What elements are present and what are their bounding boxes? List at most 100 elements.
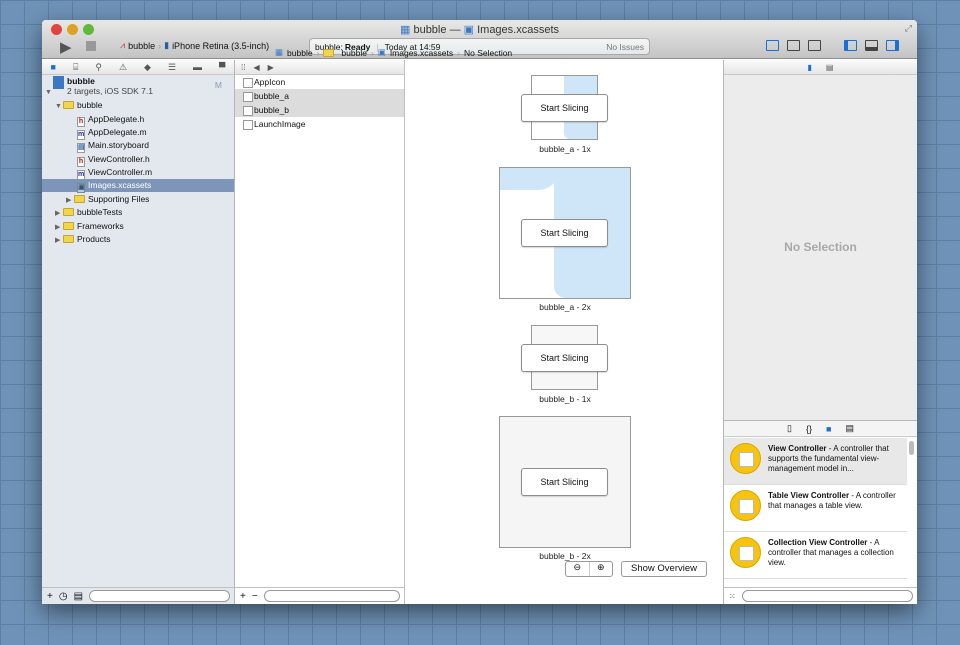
project-subtitle: 2 targets, iOS SDK 7.1 [67, 86, 153, 96]
tree-item-viewcontroller-m[interactable]: m ViewController.m [77, 166, 153, 180]
add-icon[interactable]: + [240, 591, 246, 602]
folder-icon[interactable]: ■ [51, 62, 56, 72]
image-set-appicon[interactable]: AppIcon [235, 75, 404, 89]
tree-item-frameworks[interactable]: ▶ Frameworks [55, 220, 124, 233]
tree-item-images-xcassets[interactable]: ▣ Images.xcassets [42, 179, 234, 193]
forward-icon[interactable]: ▶ [268, 63, 274, 72]
file-inspector-icon[interactable]: ▮ [808, 63, 812, 72]
asset-catalog-icon: ▣ [377, 47, 386, 57]
jump-bar: ▦ bubble › bubble › ▣ Images.xcassets › No Se… [275, 47, 513, 58]
debug-icon[interactable]: ☰ [168, 62, 176, 73]
scheme-label: bubble [128, 40, 156, 51]
tree-item-supporting-files[interactable]: ▶ Supporting Files [66, 193, 149, 206]
quick-help-icon[interactable]: ▤ [826, 63, 834, 72]
item-label: Main.storyboard [88, 140, 149, 150]
start-slicing-button[interactable]: Start Slicing [521, 468, 608, 496]
asset-catalog-icon: ▣ [77, 183, 85, 193]
item-label: ViewController.h [88, 154, 150, 164]
item-label: ViewController.m [88, 167, 153, 177]
sets-filter-bar: + − [235, 587, 404, 604]
jump-bar-selection[interactable]: No Selection [464, 48, 512, 58]
start-slicing-button[interactable]: Start Slicing [521, 94, 608, 122]
debug-toggle-icon[interactable] [865, 40, 878, 51]
jump-bar-left: ⁞⁞ ◀ ▶ [235, 60, 404, 75]
search-icon[interactable]: ⚲ [95, 62, 102, 73]
version-editor-icon[interactable] [808, 40, 821, 51]
tree-item-main-storyboard[interactable]: ▤ Main.storyboard [77, 139, 149, 153]
add-icon[interactable]: + [47, 591, 53, 602]
folder-icon [323, 48, 335, 57]
item-title: Collection View Controller [768, 538, 868, 547]
code-snippet-icon[interactable]: {} [806, 424, 812, 434]
start-slicing-button[interactable]: Start Slicing [521, 219, 608, 247]
jump-bar-project[interactable]: bubble [287, 48, 313, 58]
image-set-bubble-a[interactable]: bubble_a [235, 89, 404, 103]
jump-bar-file[interactable]: Images.xcassets [390, 48, 453, 58]
folder-icon [74, 195, 85, 203]
item-label: Images.xcassets [88, 180, 152, 190]
item-title: Table View Controller [768, 491, 850, 500]
modified-badge: M [214, 80, 222, 90]
zoom-controls: ⊖ ⊕ [565, 561, 613, 577]
image-set-bubble-b[interactable]: bubble_b [235, 103, 404, 117]
scheme-selector[interactable]: ⩘ bubble › ▮ iPhone Retina (3.5-inch) [120, 40, 269, 51]
tree-item-viewcontroller-h[interactable]: h ViewController.h [77, 153, 150, 167]
image-set-launchimage[interactable]: LaunchImage [235, 117, 404, 131]
recent-icon[interactable]: ◷ [59, 591, 68, 602]
inspector-tabs: ▮ ▤ [724, 60, 917, 75]
navigator-toggle-icon[interactable] [844, 40, 857, 51]
title-sep: — [449, 24, 461, 36]
zoom-out-icon[interactable]: ⊖ [566, 562, 590, 576]
start-slicing-button[interactable]: Start Slicing [521, 344, 608, 372]
zoom-in-icon[interactable]: ⊕ [590, 562, 613, 576]
remove-icon[interactable]: − [252, 591, 258, 602]
no-selection-label: No Selection [784, 240, 857, 254]
scheme-icon: ⩘ [120, 40, 126, 50]
scm-icon[interactable]: ▤ [74, 591, 83, 602]
tree-item-appdelegate-m[interactable]: m AppDelegate.m [77, 126, 147, 140]
stop-button[interactable] [86, 41, 96, 51]
tree-item-appdelegate-h[interactable]: h AppDelegate.h [77, 113, 144, 127]
assistant-editor-icon[interactable] [787, 40, 800, 51]
tree-item-bubbletests[interactable]: ▶ bubbleTests [55, 206, 122, 219]
navigator-filter-input[interactable] [89, 590, 230, 602]
symbol-icon[interactable]: ⌸ [73, 62, 78, 73]
media-library-icon[interactable]: ▤ [845, 423, 854, 434]
utilities-toggle-icon[interactable] [886, 40, 899, 51]
library-filter-input[interactable] [741, 590, 913, 602]
library-scrollbar[interactable] [909, 441, 914, 455]
item-label: Supporting Files [88, 194, 150, 204]
navigator-tabs: ■ ⌸ ⚲ ⚠ ◆ ☰ ▬ ▀ [42, 60, 234, 75]
project-name: bubble [67, 76, 95, 86]
log-icon[interactable]: ▀ [219, 62, 225, 72]
slice-label: bubble_a - 1x [539, 144, 591, 154]
folder-icon [63, 235, 74, 243]
item-label: AppDelegate.m [88, 127, 147, 137]
related-items-icon[interactable]: ⁞⁞ [241, 63, 245, 72]
run-button[interactable]: ▶ [60, 38, 72, 56]
view-controller-icon [730, 443, 761, 474]
tree-item-products[interactable]: ▶ Products [55, 233, 111, 246]
back-icon[interactable]: ◀ [253, 63, 259, 72]
library-item-view-controller[interactable]: View Controller - A controller that supp… [724, 438, 907, 485]
library-item-collection-view-controller[interactable]: Collection View Controller - A controlle… [724, 532, 907, 579]
show-overview-button[interactable]: Show Overview [621, 561, 707, 577]
breakpoint-icon[interactable]: ▬ [193, 62, 202, 72]
asset-canvas: ▦ bubble › bubble › ▣ Images.xcassets › No Se… [275, 47, 724, 604]
fullscreen-icon[interactable]: ⤢ [905, 23, 912, 34]
file-template-icon[interactable]: ▯ [787, 423, 792, 434]
slice-label: bubble_a - 2x [539, 302, 591, 312]
sets-filter-input[interactable] [263, 590, 400, 602]
warning-icon[interactable]: ⚠ [119, 62, 127, 73]
device-label: iPhone Retina (3.5-inch) [172, 40, 270, 51]
standard-editor-icon[interactable] [766, 40, 779, 51]
collection-view-controller-icon [730, 537, 761, 568]
library-item-table-view-controller[interactable]: Table View Controller - A controller tha… [724, 485, 907, 532]
test-icon[interactable]: ◆ [144, 62, 151, 73]
grid-view-icon[interactable]: ⁙ [729, 592, 736, 601]
jump-bar-group[interactable]: bubble [341, 48, 367, 58]
slice-label: bubble_b - 2x [539, 551, 591, 561]
object-library-icon[interactable]: ■ [826, 424, 831, 434]
tree-item-bubble-folder[interactable]: ▼ bubble [55, 99, 103, 112]
project-item[interactable]: ▼bubble 2 targets, iOS SDK 7.1 M [45, 76, 230, 98]
